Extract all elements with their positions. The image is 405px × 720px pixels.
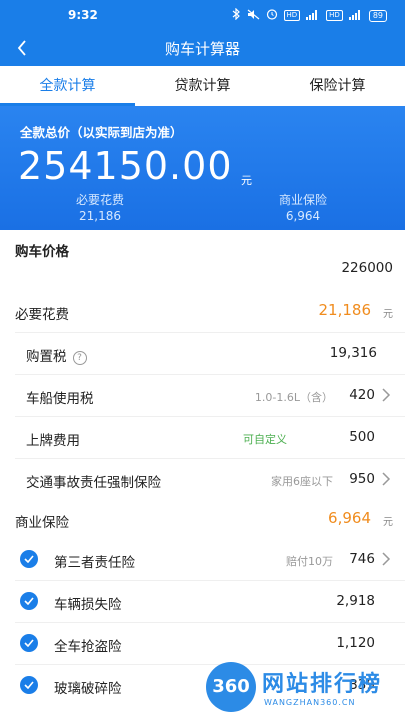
chevron-right-icon xyxy=(382,472,391,486)
commercial-value: 6,964 xyxy=(328,509,371,527)
item-label: 车辆损失险 xyxy=(54,597,122,613)
item-note: 家用6座以下 xyxy=(271,475,333,488)
list-item-third-party[interactable]: 第三者责任险 赔付10万 746 xyxy=(0,539,405,581)
summary-commercial-value: 6,964 xyxy=(285,209,321,223)
item-label: 玻璃破碎险 xyxy=(54,681,122,697)
purchase-tax-label: 购置税 xyxy=(26,349,67,365)
watermark-text: 网站排行榜 xyxy=(262,672,383,697)
total-label: 全款总价（以实际到店为准） xyxy=(20,125,183,140)
tab-full-payment[interactable]: 全款计算 xyxy=(0,66,135,106)
bluetooth-icon xyxy=(232,7,241,23)
battery-icon: 89 xyxy=(368,9,387,22)
total-unit: 元 xyxy=(241,174,252,187)
tab-bar: 全款计算 贷款计算 保险计算 xyxy=(0,66,405,106)
item-value: 420 xyxy=(349,387,375,403)
item-value: 1,120 xyxy=(336,635,375,651)
list-item-vehicle-tax[interactable]: 车船使用税 1.0-1.6L（含） 420 xyxy=(0,375,405,417)
item-value: 950 xyxy=(349,471,375,487)
necessary-unit: 元 xyxy=(383,309,393,320)
summary-necessary-value: 21,186 xyxy=(79,209,121,223)
list-item-purchase-tax[interactable]: 购置税? 19,316 xyxy=(0,333,405,375)
watermark: 360 网站排行榜 WANGZHAN360.CN xyxy=(200,660,405,720)
purchase-price-label: 购车价格 xyxy=(15,244,69,260)
necessary-label: 必要花费 xyxy=(15,307,69,323)
4g-signal-icon xyxy=(348,9,363,23)
item-label: 车船使用税 xyxy=(26,391,94,407)
commercial-label: 商业保险 xyxy=(15,515,69,531)
tab-loan[interactable]: 贷款计算 xyxy=(135,66,270,106)
mute-icon xyxy=(247,9,260,23)
total-price: 254150.00 xyxy=(18,144,233,188)
checkbox-checked-icon[interactable] xyxy=(20,592,38,610)
checkbox-checked-icon[interactable] xyxy=(20,550,38,568)
necessary-value: 21,186 xyxy=(318,301,372,319)
list-item-registration-fee[interactable]: 上牌费用 可自定义 500 xyxy=(0,417,405,459)
commercial-header-row: 商业保险 6,964 元 xyxy=(0,499,405,541)
list-item-theft[interactable]: 全车抢盗险 1,120 xyxy=(0,623,405,665)
item-value: 19,316 xyxy=(329,345,377,361)
alarm-icon xyxy=(266,8,278,23)
checkbox-checked-icon[interactable] xyxy=(20,676,38,694)
item-label: 购置税? xyxy=(26,345,87,365)
item-label: 全车抢盗险 xyxy=(54,639,122,655)
item-value: 2,918 xyxy=(336,593,375,609)
summary-commercial: 商业保险 6,964 xyxy=(243,192,363,224)
page-title: 购车计算器 xyxy=(164,40,240,58)
5g-signal-icon xyxy=(306,9,320,23)
nav-bar: 购车计算器 xyxy=(0,30,405,66)
status-bar: 9:32 HD HD 89 xyxy=(0,0,405,30)
necessary-header-row: 必要花费 21,186 元 xyxy=(0,291,405,333)
watermark-logo: 360 xyxy=(206,662,256,712)
total-summary-card: 全款总价（以实际到店为准） 254150.00 元 必要花费 21,186 商业… xyxy=(0,106,405,230)
purchase-price-value[interactable]: 226000 xyxy=(341,260,393,276)
summary-necessary: 必要花费 21,186 xyxy=(40,192,160,224)
chevron-right-icon xyxy=(382,552,391,566)
item-value: 500 xyxy=(349,429,375,445)
item-label: 交通事故责任强制保险 xyxy=(26,475,161,491)
tab-insurance[interactable]: 保险计算 xyxy=(270,66,405,106)
item-value: 746 xyxy=(349,551,375,567)
status-icons: HD HD 89 xyxy=(232,7,387,23)
item-note: 1.0-1.6L（含） xyxy=(254,391,333,404)
chevron-right-icon xyxy=(382,388,391,402)
list-item-compulsory-insurance[interactable]: 交通事故责任强制保险 家用6座以下 950 xyxy=(0,459,405,501)
hd-icon: HD xyxy=(283,10,301,21)
summary-necessary-label: 必要花费 xyxy=(75,193,124,207)
checkbox-checked-icon[interactable] xyxy=(20,634,38,652)
item-note: 赔付10万 xyxy=(286,555,333,568)
summary-commercial-label: 商业保险 xyxy=(278,193,327,207)
help-icon[interactable]: ? xyxy=(72,351,87,365)
list-item-vehicle-damage[interactable]: 车辆损失险 2,918 xyxy=(0,581,405,623)
watermark-sub: WANGZHAN360.CN xyxy=(264,698,356,707)
commercial-unit: 元 xyxy=(383,517,393,528)
hd2-icon: HD xyxy=(326,10,343,21)
item-label: 第三者责任险 xyxy=(54,555,135,571)
status-time: 9:32 xyxy=(68,8,98,22)
item-note: 可自定义 xyxy=(243,433,287,446)
item-label: 上牌费用 xyxy=(26,433,80,449)
